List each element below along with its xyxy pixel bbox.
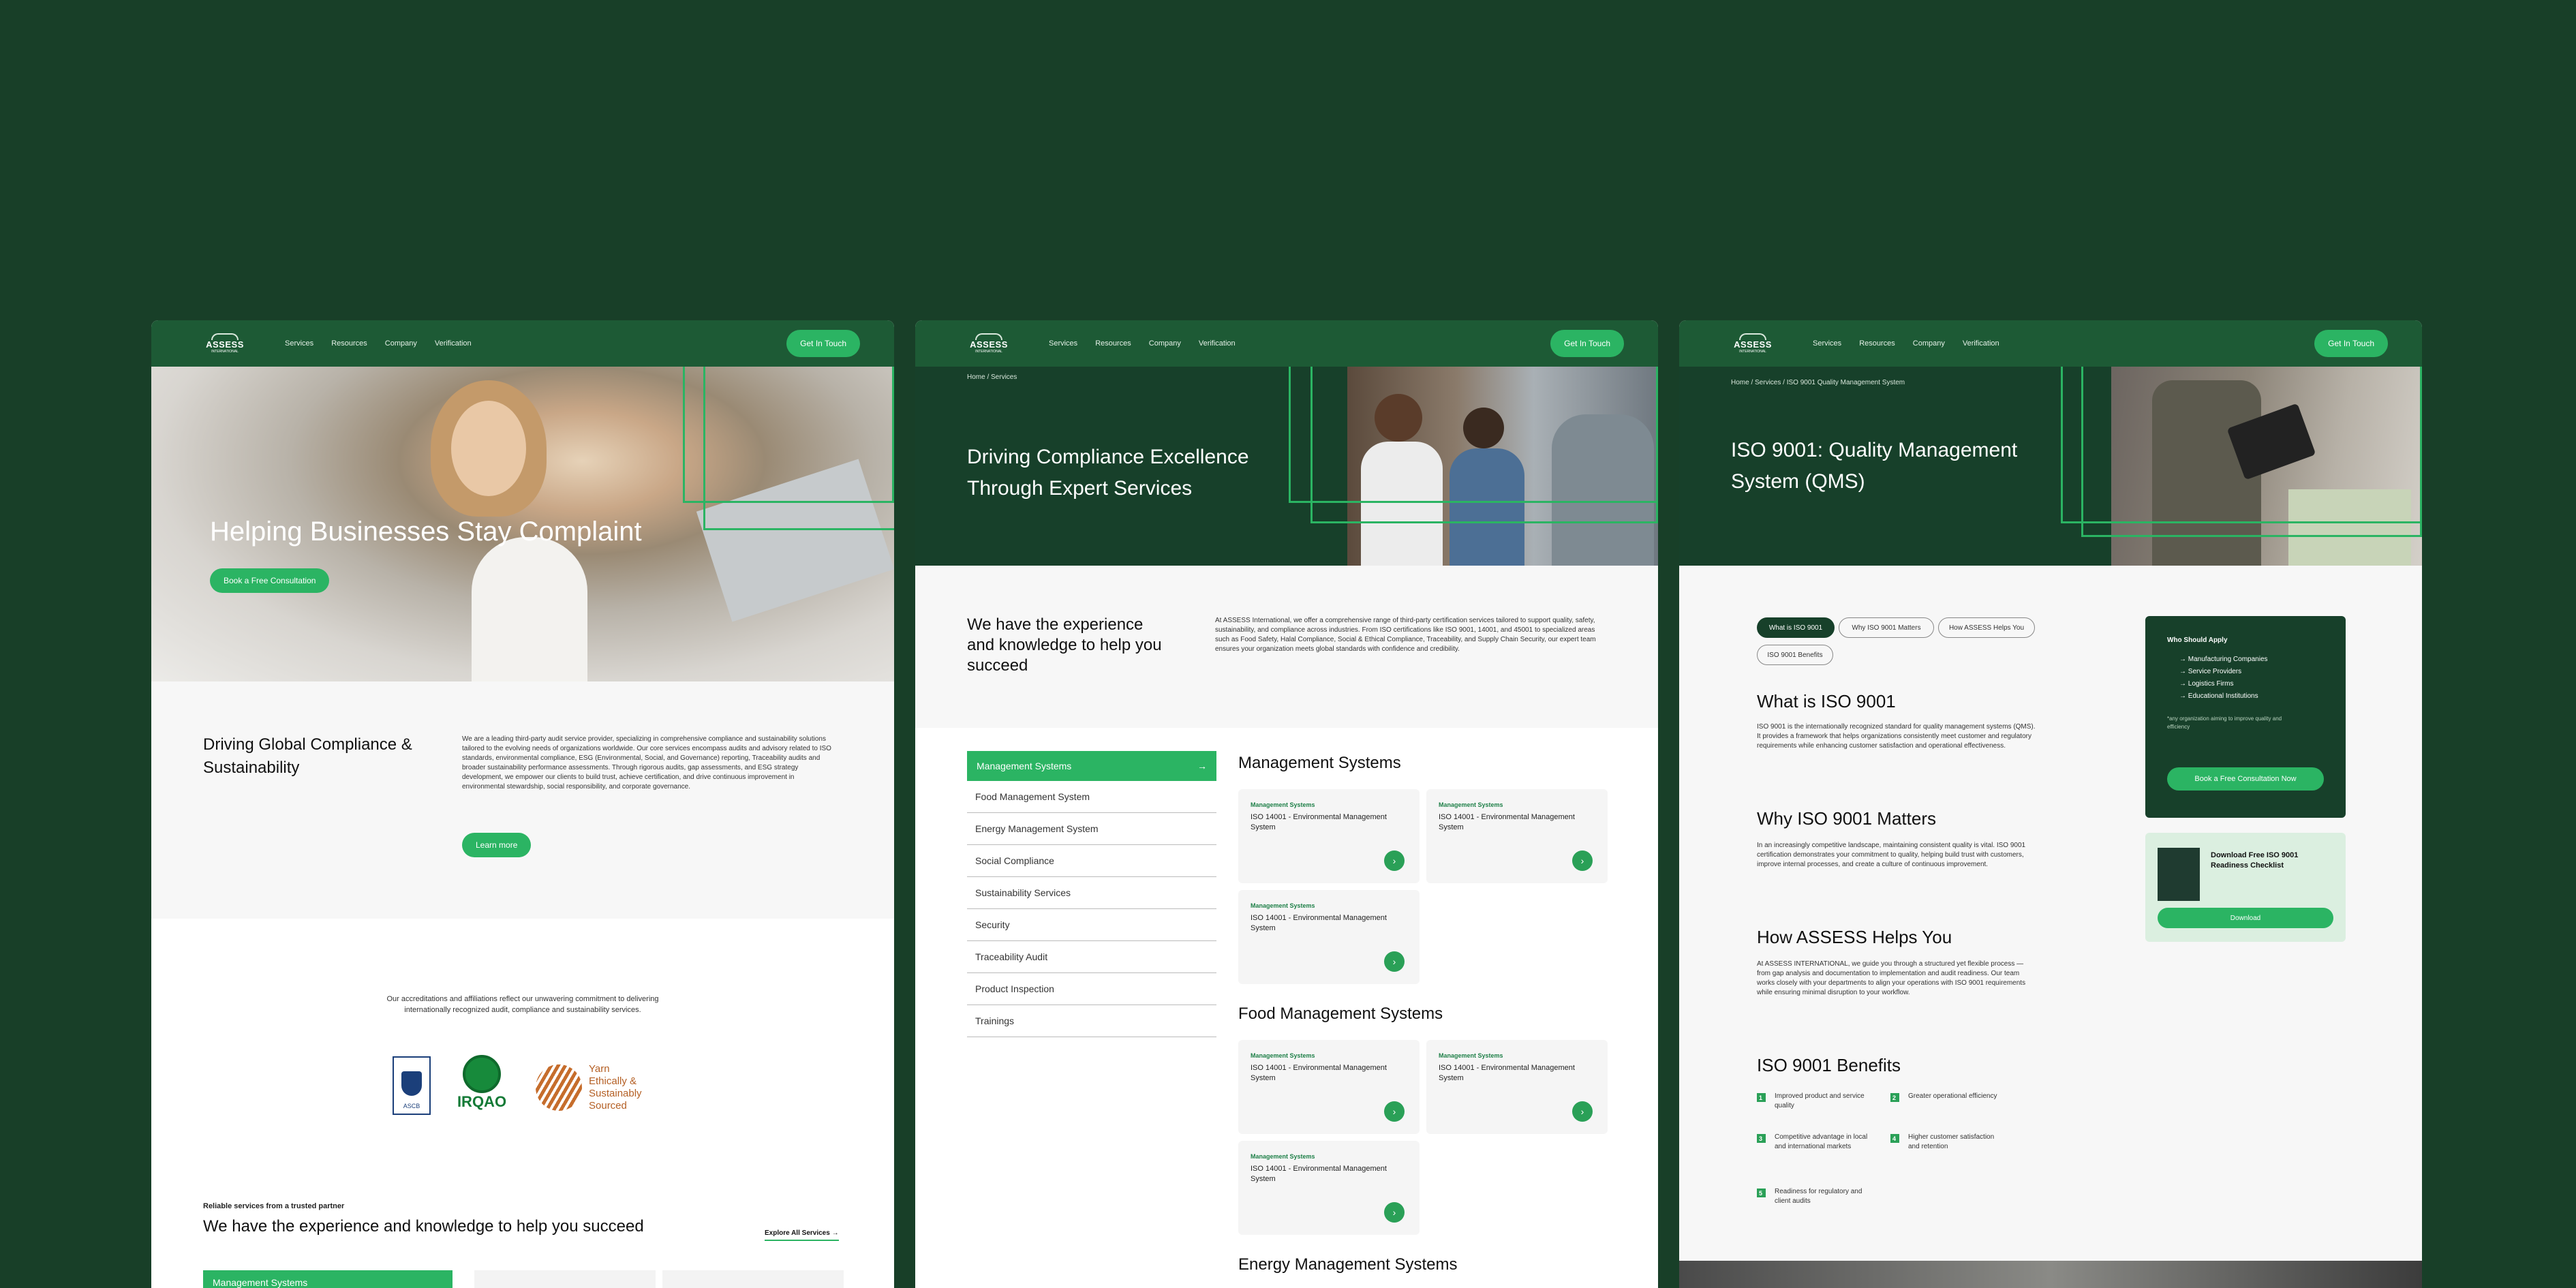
- irqao-logo: IRQAO: [451, 1055, 512, 1116]
- chevron-right-icon[interactable]: ›: [1572, 850, 1593, 871]
- benefit-item: 1 Improved product and service quality: [1757, 1092, 1873, 1111]
- learn-more-button[interactable]: Learn more: [462, 833, 532, 857]
- yarn-logo: Yarn Ethically & Sustainably Sourced: [536, 1059, 658, 1116]
- ascb-logo: ASCB: [393, 1056, 431, 1115]
- services-heading: We have the experience and knowledge to …: [203, 1217, 644, 1236]
- nav-resources[interactable]: Resources: [331, 339, 367, 348]
- section-heading: How ASSESS Helps You: [1757, 927, 1952, 947]
- logo[interactable]: ASSESS INTERNATIONAL: [206, 328, 244, 358]
- nav-services[interactable]: Services: [1049, 339, 1077, 348]
- section-heading: Energy Management Systems: [1238, 1255, 1458, 1274]
- iso9001-page-mockup: ASSESS INTERNATIONAL Services Resources C…: [1679, 320, 2422, 1288]
- chevron-right-icon[interactable]: ›: [1384, 850, 1405, 871]
- breadcrumb[interactable]: Home / Services: [967, 373, 1017, 381]
- service-card[interactable]: Management Systems ISO 14001 - Environmen…: [1238, 789, 1420, 883]
- category-item[interactable]: Traceability Audit: [967, 941, 1216, 973]
- arrow-right-icon: →: [1197, 761, 1207, 771]
- service-card[interactable]: Management Systems ISO 14001 - Environmen…: [1238, 890, 1420, 984]
- hero-title: ISO 9001: Quality Management System (QMS…: [1731, 439, 2018, 493]
- get-in-touch-button[interactable]: Get In Touch: [786, 330, 860, 357]
- category-item[interactable]: Trainings: [967, 1005, 1216, 1037]
- section-text: At ASSESS INTERNATIONAL, we guide you th…: [1757, 960, 2026, 996]
- hero-title: Driving Compliance Excellence Through Ex…: [967, 446, 1249, 500]
- service-card[interactable]: Management Systems ISO 14001 - Environmen…: [1426, 1040, 1608, 1134]
- intro-section: Driving Global Compliance & Sustainabili…: [151, 681, 894, 919]
- chevron-right-icon[interactable]: ›: [1384, 1101, 1405, 1122]
- accreditations-text: Our accreditations and affiliations refl…: [386, 995, 659, 1014]
- top-nav: ASSESS INTERNATIONAL Services Resources C…: [915, 320, 1658, 367]
- section-heading: Why ISO 9001 Matters: [1757, 808, 1936, 829]
- nav-resources[interactable]: Resources: [1095, 339, 1131, 348]
- tab-how[interactable]: How ASSESS Helps You: [1938, 617, 2035, 638]
- section-heading: Management Systems: [1238, 754, 1401, 772]
- category-item[interactable]: Food Management System: [967, 781, 1216, 813]
- logo[interactable]: ASSESS INTERNATIONAL: [1734, 328, 1772, 358]
- logo[interactable]: ASSESS INTERNATIONAL: [970, 328, 1008, 358]
- category-item[interactable]: Social Compliance: [967, 845, 1216, 877]
- hero-title: Helping Businesses Stay Complaint: [210, 517, 642, 547]
- section-heading: ISO 9001 Benefits: [1757, 1055, 1901, 1075]
- breadcrumb[interactable]: Home / Services / ISO 9001 Quality Manag…: [1731, 379, 1905, 386]
- home-page-mockup: ASSESS INTERNATIONAL Services Resources C…: [151, 320, 894, 1288]
- benefit-item: 3 Competitive advantage in local and inte…: [1757, 1133, 1873, 1152]
- chevron-right-icon[interactable]: ›: [1384, 951, 1405, 972]
- category-management-active[interactable]: Management Systems →: [967, 751, 1216, 781]
- nav-verification[interactable]: Verification: [1199, 339, 1236, 348]
- explore-services-link[interactable]: Explore All Services →: [765, 1229, 839, 1241]
- benefit-item: 2 Greater operational efficiency: [1890, 1092, 2006, 1102]
- section-heading: Food Management Systems: [1238, 1005, 1443, 1023]
- tab-why[interactable]: Why ISO 9001 Matters: [1839, 617, 1934, 638]
- service-tab-management[interactable]: Management Systems: [203, 1270, 453, 1288]
- category-item[interactable]: Product Inspection: [967, 973, 1216, 1005]
- chevron-right-icon[interactable]: ›: [1572, 1101, 1593, 1122]
- nav-resources[interactable]: Resources: [1859, 339, 1895, 348]
- get-in-touch-button[interactable]: Get In Touch: [2314, 330, 2388, 357]
- section-text: In an increasingly competitive landscape…: [1757, 842, 2026, 868]
- eyebrow: Reliable services from a trusted partner: [203, 1202, 345, 1210]
- intro-heading: Driving Global Compliance & Sustainabili…: [203, 735, 412, 777]
- section-heading: What is ISO 9001: [1757, 691, 1896, 711]
- top-nav: ASSESS INTERNATIONAL Services Resources C…: [151, 320, 894, 367]
- nav-company[interactable]: Company: [1149, 339, 1181, 348]
- checklist-thumbnail: [2158, 848, 2200, 901]
- book-consultation-button[interactable]: Book a Free Consultation: [210, 568, 330, 593]
- intro-heading: We have the experience and knowledge to …: [967, 615, 1162, 675]
- services-page-mockup: ASSESS INTERNATIONAL Services Resources C…: [915, 320, 1658, 1288]
- intro-text: At ASSESS International, we offer a comp…: [1215, 617, 1596, 653]
- nav-company[interactable]: Company: [1913, 339, 1945, 348]
- service-card[interactable]: Management Systems ISO 14001 - Environmen…: [1238, 1141, 1420, 1235]
- top-nav: ASSESS INTERNATIONAL Services Resources C…: [1679, 320, 2422, 367]
- nav-company[interactable]: Company: [385, 339, 417, 348]
- nav-verification[interactable]: Verification: [1963, 339, 1999, 348]
- intro-text: We are a leading third-party audit servi…: [462, 735, 831, 791]
- benefit-item: 4 Higher customer satisfaction and retent…: [1890, 1133, 2006, 1152]
- category-item[interactable]: Security: [967, 909, 1216, 941]
- download-panel: Download Free ISO 9001 Readiness Checkli…: [2145, 833, 2346, 942]
- download-button[interactable]: Download: [2158, 908, 2333, 928]
- nav-services[interactable]: Services: [285, 339, 313, 348]
- get-in-touch-button[interactable]: Get In Touch: [1550, 330, 1624, 357]
- who-should-apply-panel: Who Should Apply → Manufacturing Compani…: [2145, 616, 2346, 818]
- tab-what-is[interactable]: What is ISO 9001: [1757, 617, 1835, 638]
- footer-image: [1679, 1261, 2422, 1288]
- section-text: ISO 9001 is the internationally recogniz…: [1757, 723, 2036, 750]
- book-consultation-now-button[interactable]: Book a Free Consultation Now: [2167, 767, 2324, 791]
- category-item[interactable]: Energy Management System: [967, 813, 1216, 845]
- tab-benefits[interactable]: ISO 9001 Benefits: [1757, 645, 1833, 665]
- chevron-right-icon[interactable]: ›: [1384, 1202, 1405, 1223]
- nav-verification[interactable]: Verification: [435, 339, 472, 348]
- category-item[interactable]: Sustainability Services: [967, 877, 1216, 909]
- benefit-item: 5 Readiness for regulatory and client aud…: [1757, 1187, 1873, 1206]
- service-card[interactable]: Management Systems ISO 14001 - Environmen…: [1426, 789, 1608, 883]
- service-card[interactable]: Management Systems ISO 14001 - Environmen…: [1238, 1040, 1420, 1134]
- nav-services[interactable]: Services: [1813, 339, 1841, 348]
